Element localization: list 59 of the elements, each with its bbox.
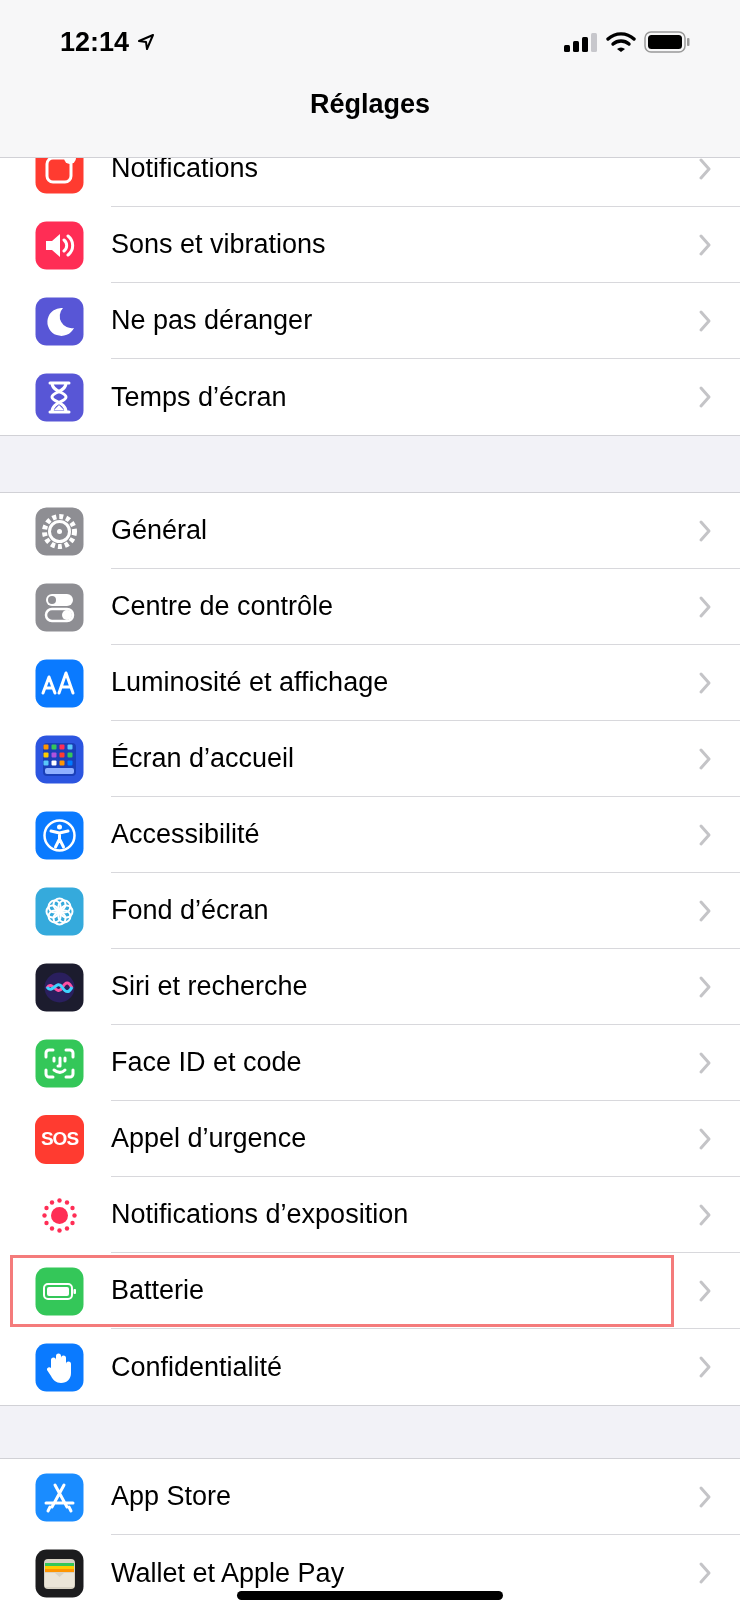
speaker-icon bbox=[35, 220, 84, 270]
siri-orb-icon bbox=[35, 962, 84, 1012]
wifi-icon bbox=[606, 31, 636, 53]
accessibility-icon bbox=[35, 810, 84, 860]
chevron-icon bbox=[698, 670, 712, 695]
battery-icon bbox=[35, 1266, 84, 1316]
hourglass-icon bbox=[35, 372, 84, 422]
page-title: Réglages bbox=[308, 88, 432, 121]
chevron-icon bbox=[698, 308, 712, 333]
chevron-icon bbox=[698, 1561, 712, 1585]
chevron-icon bbox=[698, 898, 712, 923]
settings-item[interactable]: Siri et recherche bbox=[111, 972, 308, 1001]
hand-icon bbox=[35, 1342, 84, 1392]
app-store-icon bbox=[35, 1472, 84, 1522]
wallet-icon bbox=[35, 1548, 84, 1598]
chevron-icon bbox=[698, 746, 712, 771]
sos-icon: SOS bbox=[35, 1114, 84, 1164]
toggles-icon bbox=[35, 582, 84, 632]
chevron-icon bbox=[698, 1355, 712, 1379]
chevron-icon bbox=[698, 385, 712, 409]
location-arrow-icon bbox=[137, 33, 156, 51]
settings-item[interactable]: Appel d’urgence bbox=[111, 1124, 307, 1153]
settings-item[interactable]: Confidentialité bbox=[111, 1352, 283, 1382]
app-grid-icon bbox=[35, 734, 84, 784]
gear-icon bbox=[35, 506, 84, 556]
chevron-icon bbox=[698, 822, 712, 847]
chevron-icon bbox=[698, 1484, 712, 1509]
chevron-icon bbox=[698, 518, 712, 543]
settings-item[interactable]: Wallet et Apple Pay bbox=[111, 1558, 345, 1588]
chevron-icon bbox=[698, 158, 712, 181]
settings-item[interactable]: Général bbox=[111, 516, 208, 545]
face-scan-icon bbox=[35, 1038, 84, 1088]
settings-item[interactable]: Notifications d’exposition bbox=[111, 1200, 409, 1229]
chevron-icon bbox=[698, 1126, 712, 1151]
settings-item[interactable]: Batterie bbox=[111, 1276, 205, 1305]
settings-item[interactable]: Ne pas déranger bbox=[111, 306, 313, 335]
settings-item[interactable]: Écran d’accueil bbox=[111, 744, 295, 773]
battery-icon bbox=[644, 31, 690, 53]
settings-item[interactable]: Temps d’écran bbox=[111, 382, 287, 412]
home-indicator[interactable] bbox=[237, 1591, 503, 1600]
signal-icon bbox=[564, 32, 598, 52]
settings-item[interactable]: Centre de contrôle bbox=[111, 592, 334, 621]
chevron-icon bbox=[698, 1202, 712, 1227]
settings-item[interactable]: Fond d’écran bbox=[111, 896, 269, 925]
letters-icon bbox=[35, 658, 84, 708]
flower-icon bbox=[35, 886, 84, 936]
chevron-icon bbox=[698, 1278, 712, 1303]
status-time: 12:14 bbox=[60, 25, 130, 59]
settings-item[interactable]: Accessibilité bbox=[111, 820, 260, 849]
settings-item[interactable]: App Store bbox=[111, 1482, 232, 1511]
chevron-icon bbox=[698, 594, 712, 619]
moon-icon bbox=[35, 296, 84, 346]
chevron-icon bbox=[698, 232, 712, 257]
settings-item[interactable]: Face ID et code bbox=[111, 1048, 302, 1077]
chevron-icon bbox=[698, 1050, 712, 1075]
settings-item[interactable]: Sons et vibrations bbox=[111, 230, 326, 259]
settings-item[interactable]: Notifications bbox=[111, 158, 259, 183]
chevron-icon bbox=[698, 974, 712, 999]
settings-item[interactable]: Luminosité et affichage bbox=[111, 668, 389, 697]
